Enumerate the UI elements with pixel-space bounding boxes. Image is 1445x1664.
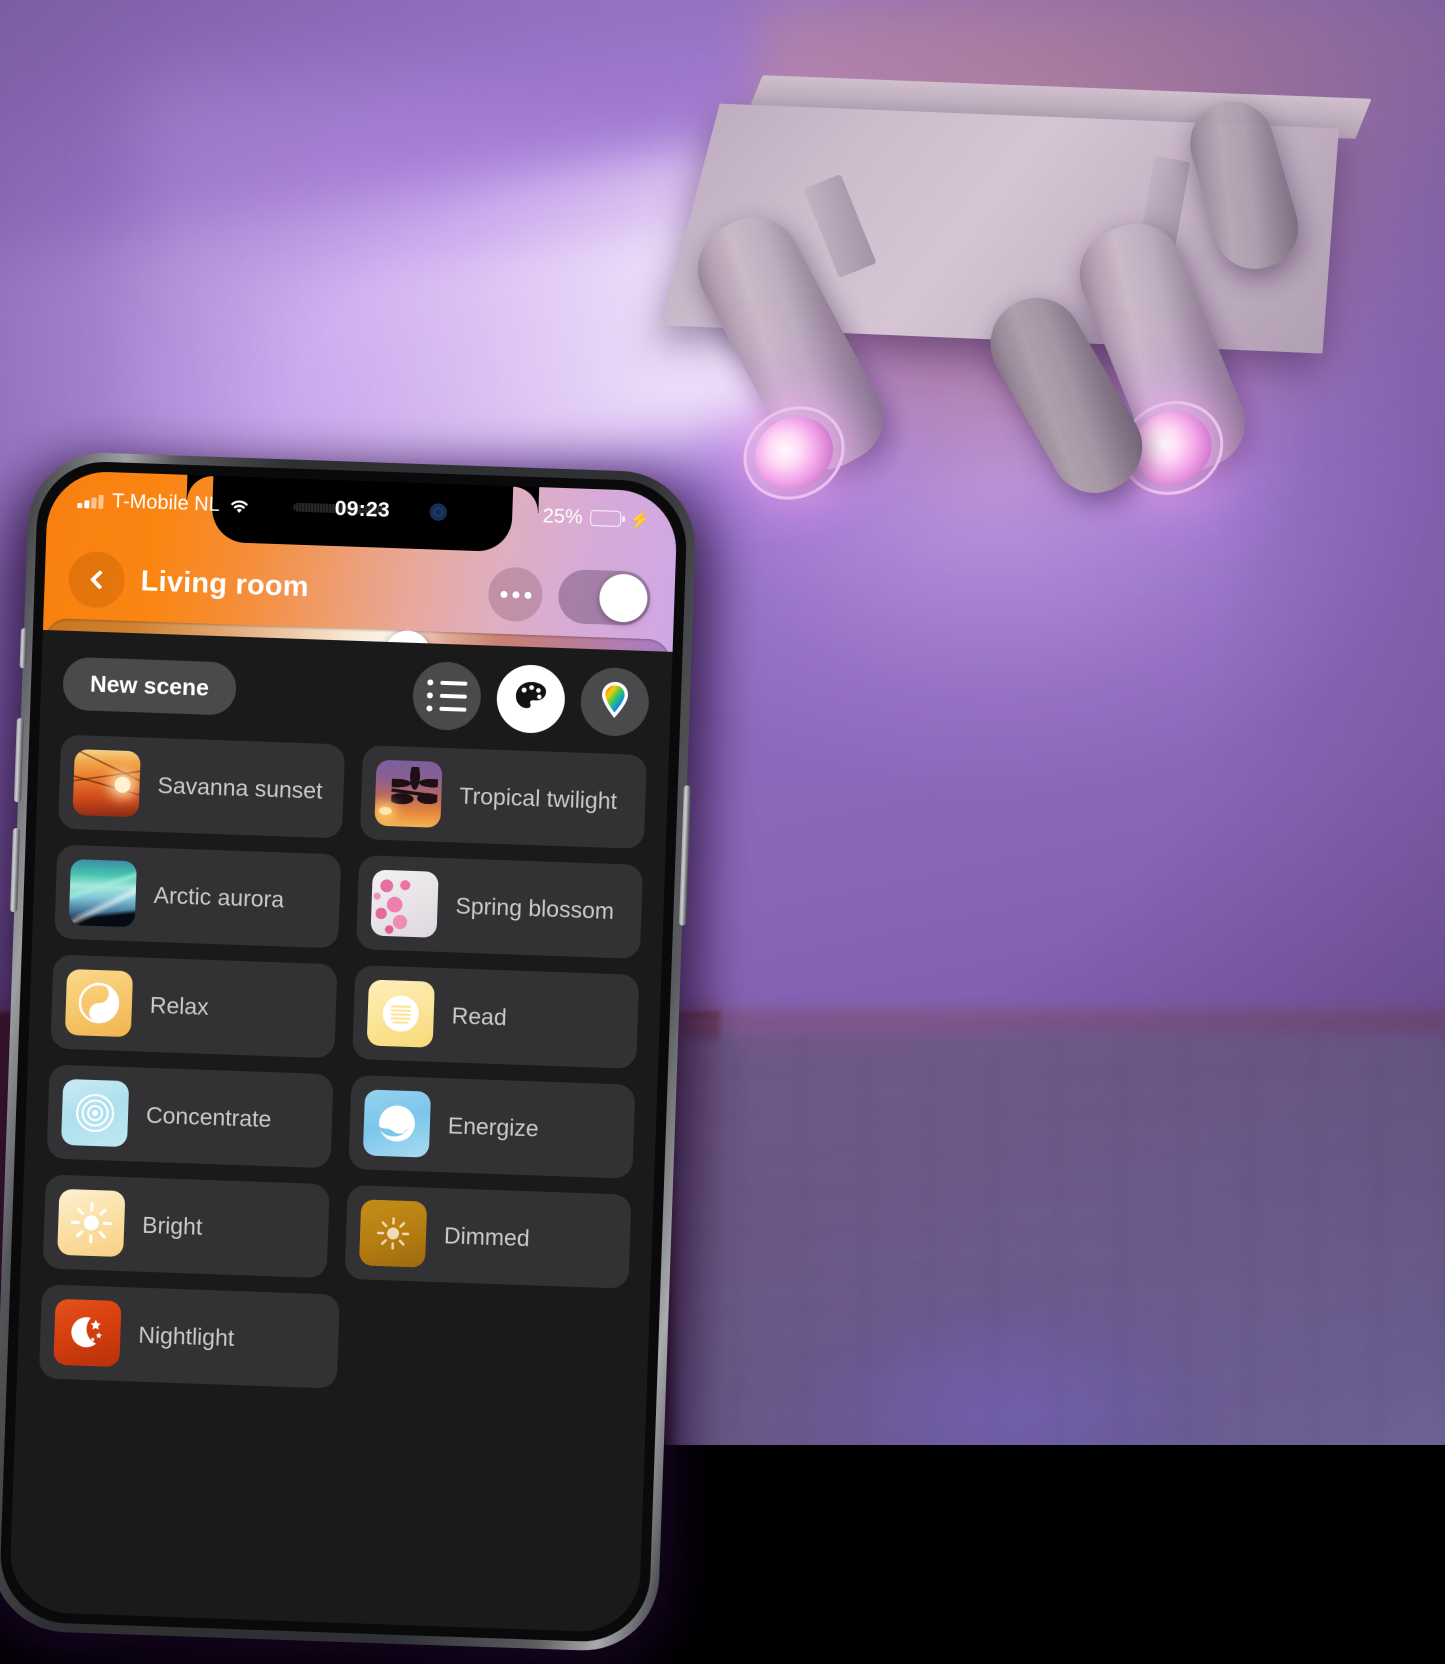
phone-screen: T-Mobile NL 09:23 25% ⚡ (9, 470, 678, 1633)
ellipsis-icon (512, 591, 519, 598)
scene-card[interactable]: Read (352, 965, 639, 1069)
nightlight-icon (53, 1299, 121, 1367)
scene-label: Dimmed (444, 1222, 531, 1252)
scene-card[interactable]: Bright (43, 1174, 330, 1278)
toggle-knob (599, 573, 649, 623)
scene-card[interactable]: Relax (50, 954, 337, 1058)
energize-icon (363, 1089, 431, 1157)
scene-row: Concentrate Energize (47, 1064, 636, 1178)
scene-card[interactable]: Concentrate (47, 1064, 334, 1168)
yin-circle-icon (65, 969, 133, 1037)
room-header: T-Mobile NL 09:23 25% ⚡ (43, 470, 678, 652)
bright-icon (57, 1189, 125, 1257)
lightning-bolt-icon: ⚡ (628, 510, 651, 529)
tab-scenes-view[interactable] (496, 664, 566, 734)
tab-color-view[interactable] (580, 667, 650, 737)
bolt-circle-icon (363, 1089, 431, 1157)
read-icon (367, 979, 435, 1047)
spring-blossom-photo (370, 870, 438, 938)
paint-palette-icon (510, 676, 552, 722)
scene-label: Energize (447, 1112, 539, 1142)
scene-label: Bright (142, 1211, 203, 1240)
chevron-left-icon (89, 570, 109, 590)
scene-row: Nightlight (39, 1284, 628, 1398)
scene-row: Relax Read (50, 954, 639, 1068)
scene-row-spacer (355, 1295, 628, 1398)
list-bullets-icon (426, 679, 467, 712)
scene-label: Arctic aurora (153, 881, 284, 913)
sun-dim-icon (359, 1199, 427, 1267)
scene-label: Tropical twilight (459, 782, 618, 814)
savanna-sunset-photo (73, 749, 141, 817)
page-title: Living room (140, 565, 489, 610)
scene-card[interactable]: Dimmed (344, 1185, 631, 1289)
scene-label: Concentrate (146, 1101, 272, 1132)
arctic-aurora-photo (69, 859, 137, 927)
battery-percent-label: 25% (542, 505, 583, 529)
more-options-button[interactable] (488, 566, 544, 622)
scene-card[interactable]: Arctic aurora (54, 845, 341, 949)
moon-stars-icon (53, 1299, 121, 1367)
scene-card[interactable]: Tropical twilight (360, 745, 647, 849)
scene-card[interactable]: Nightlight (39, 1284, 340, 1388)
scene-list: Savanna sunset Tropical twilight Arctic au… (17, 734, 669, 1400)
tab-list-view[interactable] (412, 661, 482, 731)
scene-card[interactable]: Energize (348, 1075, 635, 1179)
scenes-panel: New scene (9, 630, 673, 1633)
lines-circle-icon (367, 979, 435, 1047)
color-picker-pin-icon (597, 679, 633, 725)
dimmed-icon (359, 1199, 427, 1267)
scene-card[interactable]: Savanna sunset (58, 735, 345, 839)
concentrate-icon (61, 1079, 129, 1147)
new-scene-button[interactable]: New scene (62, 656, 237, 715)
scene-label: Nightlight (138, 1321, 235, 1351)
scene-label: Read (451, 1002, 507, 1031)
concentric-rings-icon (61, 1079, 129, 1147)
scene-card[interactable]: Spring blossom (356, 855, 643, 959)
smartphone-mockup: T-Mobile NL 09:23 25% ⚡ (0, 450, 698, 1653)
sun-icon (57, 1189, 125, 1257)
tropical-twilight-photo (374, 760, 442, 828)
scene-label: Savanna sunset (157, 772, 323, 805)
relax-icon (65, 969, 133, 1037)
scene-row: Savanna sunset Tropical twilight (58, 735, 647, 849)
back-button[interactable] (68, 551, 126, 609)
view-mode-tabs (412, 661, 650, 737)
battery-icon (589, 510, 621, 527)
scene-label: Spring blossom (455, 892, 614, 925)
room-power-toggle[interactable] (558, 569, 652, 626)
ellipsis-icon (524, 591, 531, 598)
ellipsis-icon (500, 590, 507, 597)
scene-row: Arctic aurora Spring blossom (54, 845, 643, 959)
scene-label: Relax (149, 991, 209, 1020)
scene-row: Bright Dimmed (43, 1174, 632, 1288)
ceiling-spotlight-fixture (620, 30, 1440, 590)
